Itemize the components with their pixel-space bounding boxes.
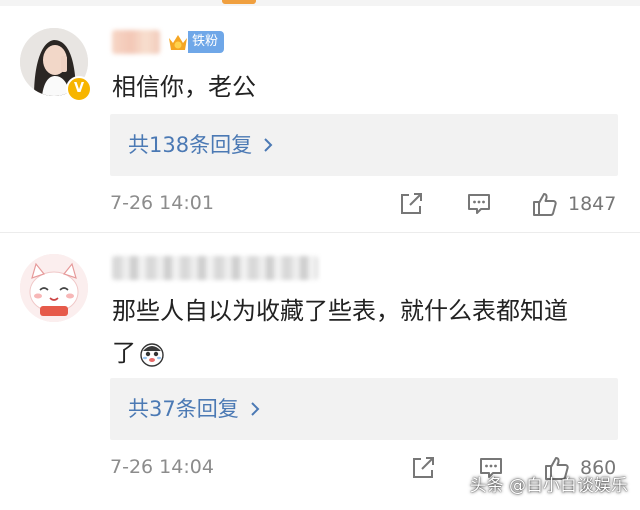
share-icon bbox=[413, 457, 434, 478]
replies-box[interactable]: 共138条回复 bbox=[110, 114, 618, 176]
comment-item: 那些人自以为收藏了些表，就什么表都知道 了 共37条回复 7-26 14:04 bbox=[0, 238, 640, 510]
crown-icon bbox=[169, 35, 187, 50]
view-replies-label: 共138条回复 bbox=[128, 133, 253, 157]
watermark: 头条 @白小白谈娱乐 bbox=[469, 476, 628, 496]
like-count: 1847 bbox=[568, 193, 617, 215]
comment-text-line: 那些人自以为收藏了些表，就什么表都知道 bbox=[112, 297, 568, 325]
comment-text: 那些人自以为收藏了些表，就什么表都知道 了 bbox=[112, 290, 568, 374]
view-replies-label: 共37条回复 bbox=[128, 397, 239, 421]
comment-text-line: 了 bbox=[112, 332, 568, 374]
share-icon bbox=[401, 193, 422, 214]
share-button[interactable] bbox=[410, 455, 436, 485]
fan-badge: 铁粉 bbox=[166, 30, 225, 54]
comment-text: 相信你，老公 bbox=[112, 73, 256, 101]
fan-badge-label: 铁粉 bbox=[188, 31, 225, 53]
top-divider bbox=[0, 0, 640, 6]
username-blurred[interactable] bbox=[112, 256, 318, 280]
comment-text-tail: 了 bbox=[112, 339, 136, 367]
replies-box[interactable]: 共37条回复 bbox=[110, 378, 618, 440]
emoji-icon bbox=[140, 343, 164, 367]
comment-timestamp: 7-26 14:04 bbox=[110, 456, 214, 478]
view-replies-link[interactable]: 共37条回复 bbox=[128, 378, 261, 440]
view-replies-link[interactable]: 共138条回复 bbox=[128, 114, 274, 176]
chevron-right-icon bbox=[251, 402, 260, 416]
share-button[interactable] bbox=[398, 191, 424, 221]
username-blurred[interactable] bbox=[112, 30, 160, 54]
avatar[interactable] bbox=[20, 254, 88, 322]
chevron-right-icon bbox=[264, 138, 273, 152]
verified-badge: V bbox=[66, 76, 92, 102]
thumbs-up-icon bbox=[533, 193, 557, 216]
comment-icon bbox=[468, 194, 490, 214]
comment-divider bbox=[0, 232, 640, 233]
comment-item: V 铁粉 相信你，老公 共138条回复 7-26 14:01 1847 bbox=[0, 14, 640, 234]
like-button[interactable]: 1847 bbox=[532, 191, 616, 217]
comment-timestamp: 7-26 14:01 bbox=[110, 192, 214, 214]
comment-button[interactable] bbox=[466, 191, 492, 221]
